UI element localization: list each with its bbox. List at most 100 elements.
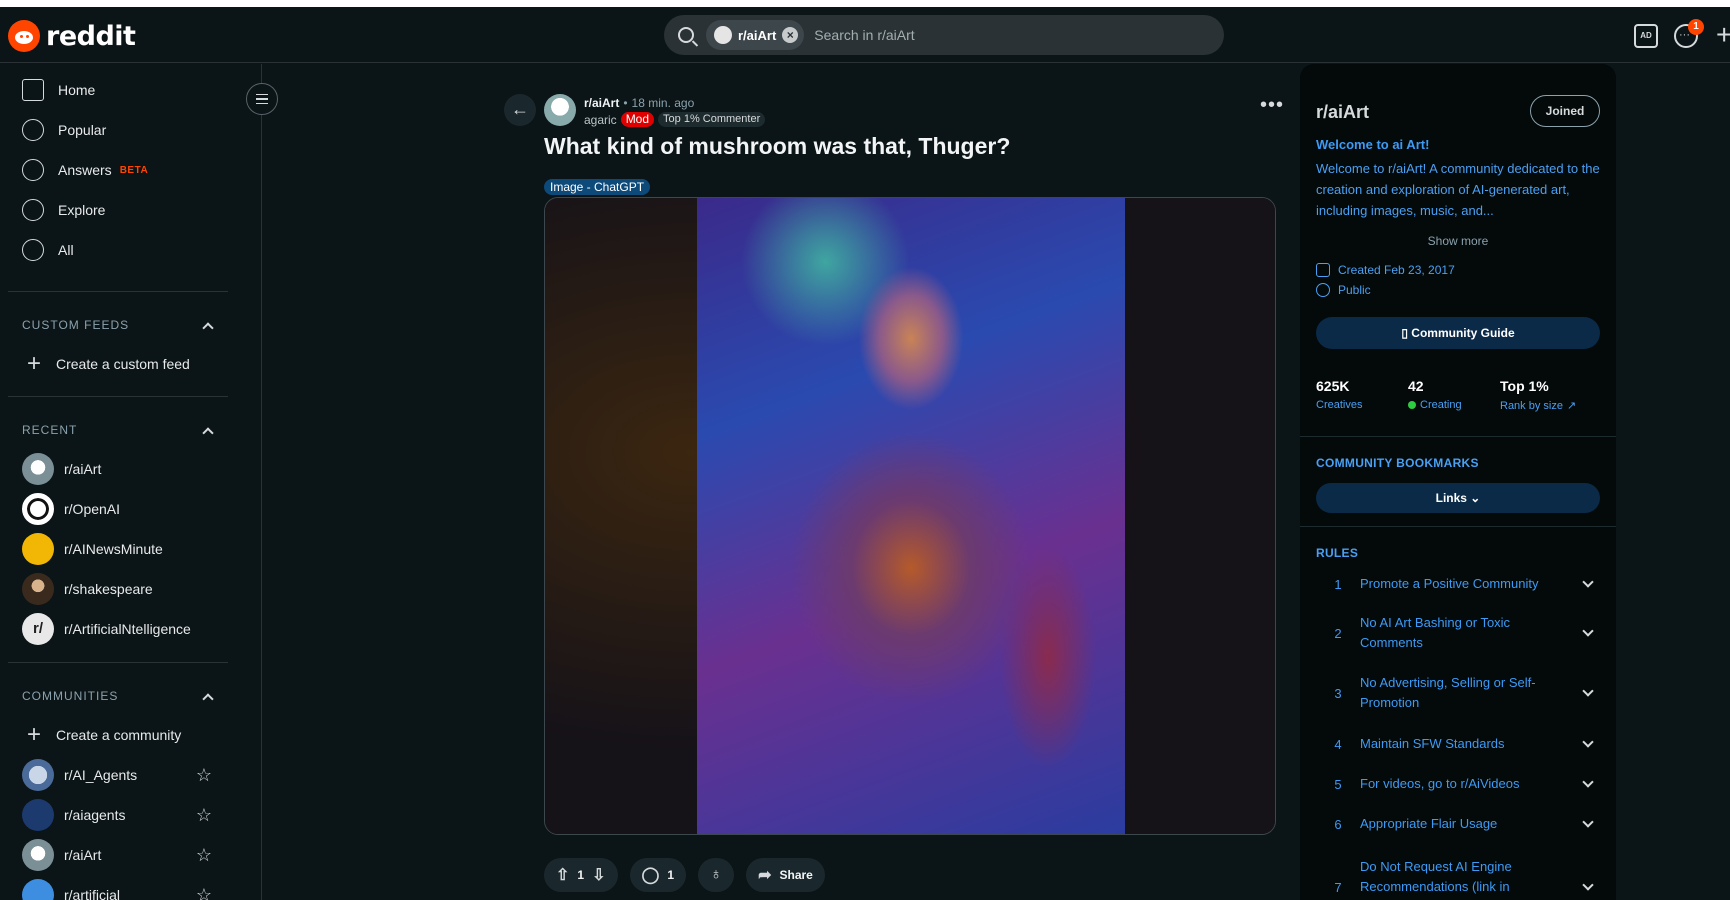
rule-item[interactable]: 5 For videos, go to r/AiVideos (1316, 774, 1600, 794)
sidebar-item-popular[interactable]: Popular (22, 112, 106, 148)
community-item[interactable]: r/aiArt ☆ (22, 837, 212, 873)
post-image[interactable] (697, 198, 1125, 834)
create-community-label: Create a community (56, 727, 182, 743)
create-community[interactable]: + Create a community (22, 717, 212, 753)
community-item[interactable]: r/aiagents ☆ (22, 797, 212, 833)
search-icon (678, 27, 694, 43)
sidebar-item-answers[interactable]: Answers BETA (22, 152, 148, 188)
clear-scope-icon[interactable]: × (782, 27, 799, 43)
rule-text: Maintain SFW Standards (1360, 736, 1505, 751)
create-custom-feed[interactable]: + Create a custom feed (22, 346, 212, 382)
reddit-logo[interactable]: reddit (8, 20, 136, 52)
rule-number: 5 (1334, 776, 1342, 792)
vote-count: 1 (577, 868, 585, 882)
post-author[interactable]: agaric (584, 113, 617, 127)
share-button[interactable]: ➦ Share (746, 858, 825, 892)
stat-rank[interactable]: Top 1% Rank by size ↗ (1500, 378, 1576, 412)
openai-logo-icon (22, 493, 54, 525)
recent-item-label: r/ArtificialNtelligence (64, 621, 191, 637)
explore-icon (22, 199, 44, 221)
divider (1300, 526, 1616, 527)
custom-feeds-header[interactable]: CUSTOM FEEDS (22, 318, 214, 334)
recent-header[interactable]: RECENT (22, 423, 214, 439)
recent-item-label: r/shakespeare (64, 581, 153, 597)
star-icon[interactable]: ☆ (196, 765, 212, 786)
author-line: agaric Mod Top 1% Commenter (584, 112, 766, 127)
chevron-down-icon (1582, 879, 1594, 891)
post-subreddit-link[interactable]: r/aiArt (584, 96, 619, 110)
stat-value: Top 1% (1500, 378, 1549, 394)
rule-text: Do Not Request AI Engine Recommendations… (1360, 859, 1512, 894)
rule-item[interactable]: 4 Maintain SFW Standards (1316, 734, 1600, 754)
links-dropdown[interactable]: Links ⌄ (1316, 483, 1600, 513)
rule-number: 4 (1334, 736, 1342, 752)
recent-item[interactable]: r/shakespeare (22, 571, 212, 607)
community-item[interactable]: r/artificial ☆ (22, 877, 212, 900)
communities-header[interactable]: COMMUNITIES (22, 689, 214, 705)
community-item-label: r/AI_Agents (64, 767, 138, 783)
sidebar-item-home[interactable]: Home (22, 72, 95, 108)
chevron-up-icon (202, 692, 214, 705)
search-scope-chip[interactable]: r/aiArt × (706, 20, 805, 50)
visibility-info: Public (1316, 283, 1371, 297)
downvote-icon[interactable]: ⇩ (592, 865, 605, 885)
recent-item[interactable]: r/ r/ArtificialNtelligence (22, 611, 212, 647)
chevron-down-icon (1582, 685, 1594, 697)
create-post-icon[interactable]: + (1716, 21, 1730, 49)
chevron-down-icon (1582, 625, 1594, 637)
back-button[interactable]: ← (504, 94, 536, 126)
subreddit-avatar[interactable] (544, 94, 576, 126)
rule-item[interactable]: 7 Do Not Request AI Engine Recommendatio… (1316, 857, 1600, 897)
award-icon: ♁ (710, 866, 723, 883)
community-item-label: r/artificial (64, 887, 121, 900)
recent-item-label: r/OpenAI (64, 501, 121, 517)
advertise-icon[interactable]: AD (1634, 24, 1658, 48)
chevron-down-icon (1582, 816, 1594, 828)
recent-item-label: r/AINewsMinute (64, 541, 163, 557)
links-label: Links (1435, 491, 1467, 505)
rule-number: 1 (1334, 576, 1342, 592)
recent-item[interactable]: r/aiArt (22, 451, 212, 487)
recent-item[interactable]: r/AINewsMinute (22, 531, 212, 567)
more-options-icon[interactable]: ••• (1260, 94, 1284, 117)
search-input[interactable] (814, 27, 1195, 43)
recent-item-label: r/aiArt (64, 461, 102, 477)
rule-text: Appropriate Flair Usage (1360, 816, 1498, 831)
upvote-icon[interactable]: ⇧ (556, 865, 569, 885)
comment-count: 1 (667, 868, 675, 882)
sidebar-item-explore[interactable]: Explore (22, 192, 105, 228)
rule-item[interactable]: 1 Promote a Positive Community (1316, 574, 1600, 594)
recent-item[interactable]: r/OpenAI (22, 491, 212, 527)
post-flair[interactable]: Image - ChatGPT (544, 179, 651, 195)
notification-badge: 1 (1688, 19, 1704, 35)
comments-button[interactable]: ◯ 1 (629, 858, 687, 892)
vote-control: ⇧ 1 ⇩ (544, 858, 618, 892)
stat-members: 625K Creatives (1316, 378, 1362, 411)
chevron-down-icon (1582, 576, 1594, 588)
community-guide-button[interactable]: ▯ Community Guide (1316, 317, 1600, 349)
rule-item[interactable]: 3 No Advertising, Selling or Self-Promot… (1316, 673, 1600, 713)
cake-icon (1316, 263, 1330, 277)
joined-button[interactable]: Joined (1530, 95, 1600, 127)
rule-item[interactable]: 2 No AI Art Bashing or Toxic Comments (1316, 613, 1600, 653)
star-icon[interactable]: ☆ (196, 885, 212, 900)
star-icon[interactable]: ☆ (196, 845, 212, 866)
menu-icon-line (256, 102, 268, 105)
collapse-sidebar-button[interactable] (246, 83, 278, 115)
star-icon[interactable]: ☆ (196, 805, 212, 826)
home-icon (22, 79, 44, 101)
sidebar-item-all[interactable]: All (22, 232, 74, 268)
section-title: RECENT (22, 423, 78, 437)
search-bar[interactable]: r/aiArt × (664, 15, 1224, 55)
show-more-button[interactable]: Show more (1300, 234, 1616, 248)
rule-number: 2 (1334, 625, 1342, 641)
menu-icon-line (256, 93, 268, 96)
community-item[interactable]: r/AI_Agents ☆ (22, 757, 212, 793)
rule-item[interactable]: 6 Appropriate Flair Usage (1316, 814, 1600, 834)
award-button[interactable]: ♁ (698, 858, 735, 892)
rule-text: No Advertising, Selling or Self-Promotio… (1360, 675, 1536, 710)
community-name[interactable]: r/aiArt (1316, 102, 1369, 123)
post-image-container[interactable] (544, 197, 1276, 835)
subreddit-avatar (22, 453, 54, 485)
share-label: Share (779, 868, 813, 882)
